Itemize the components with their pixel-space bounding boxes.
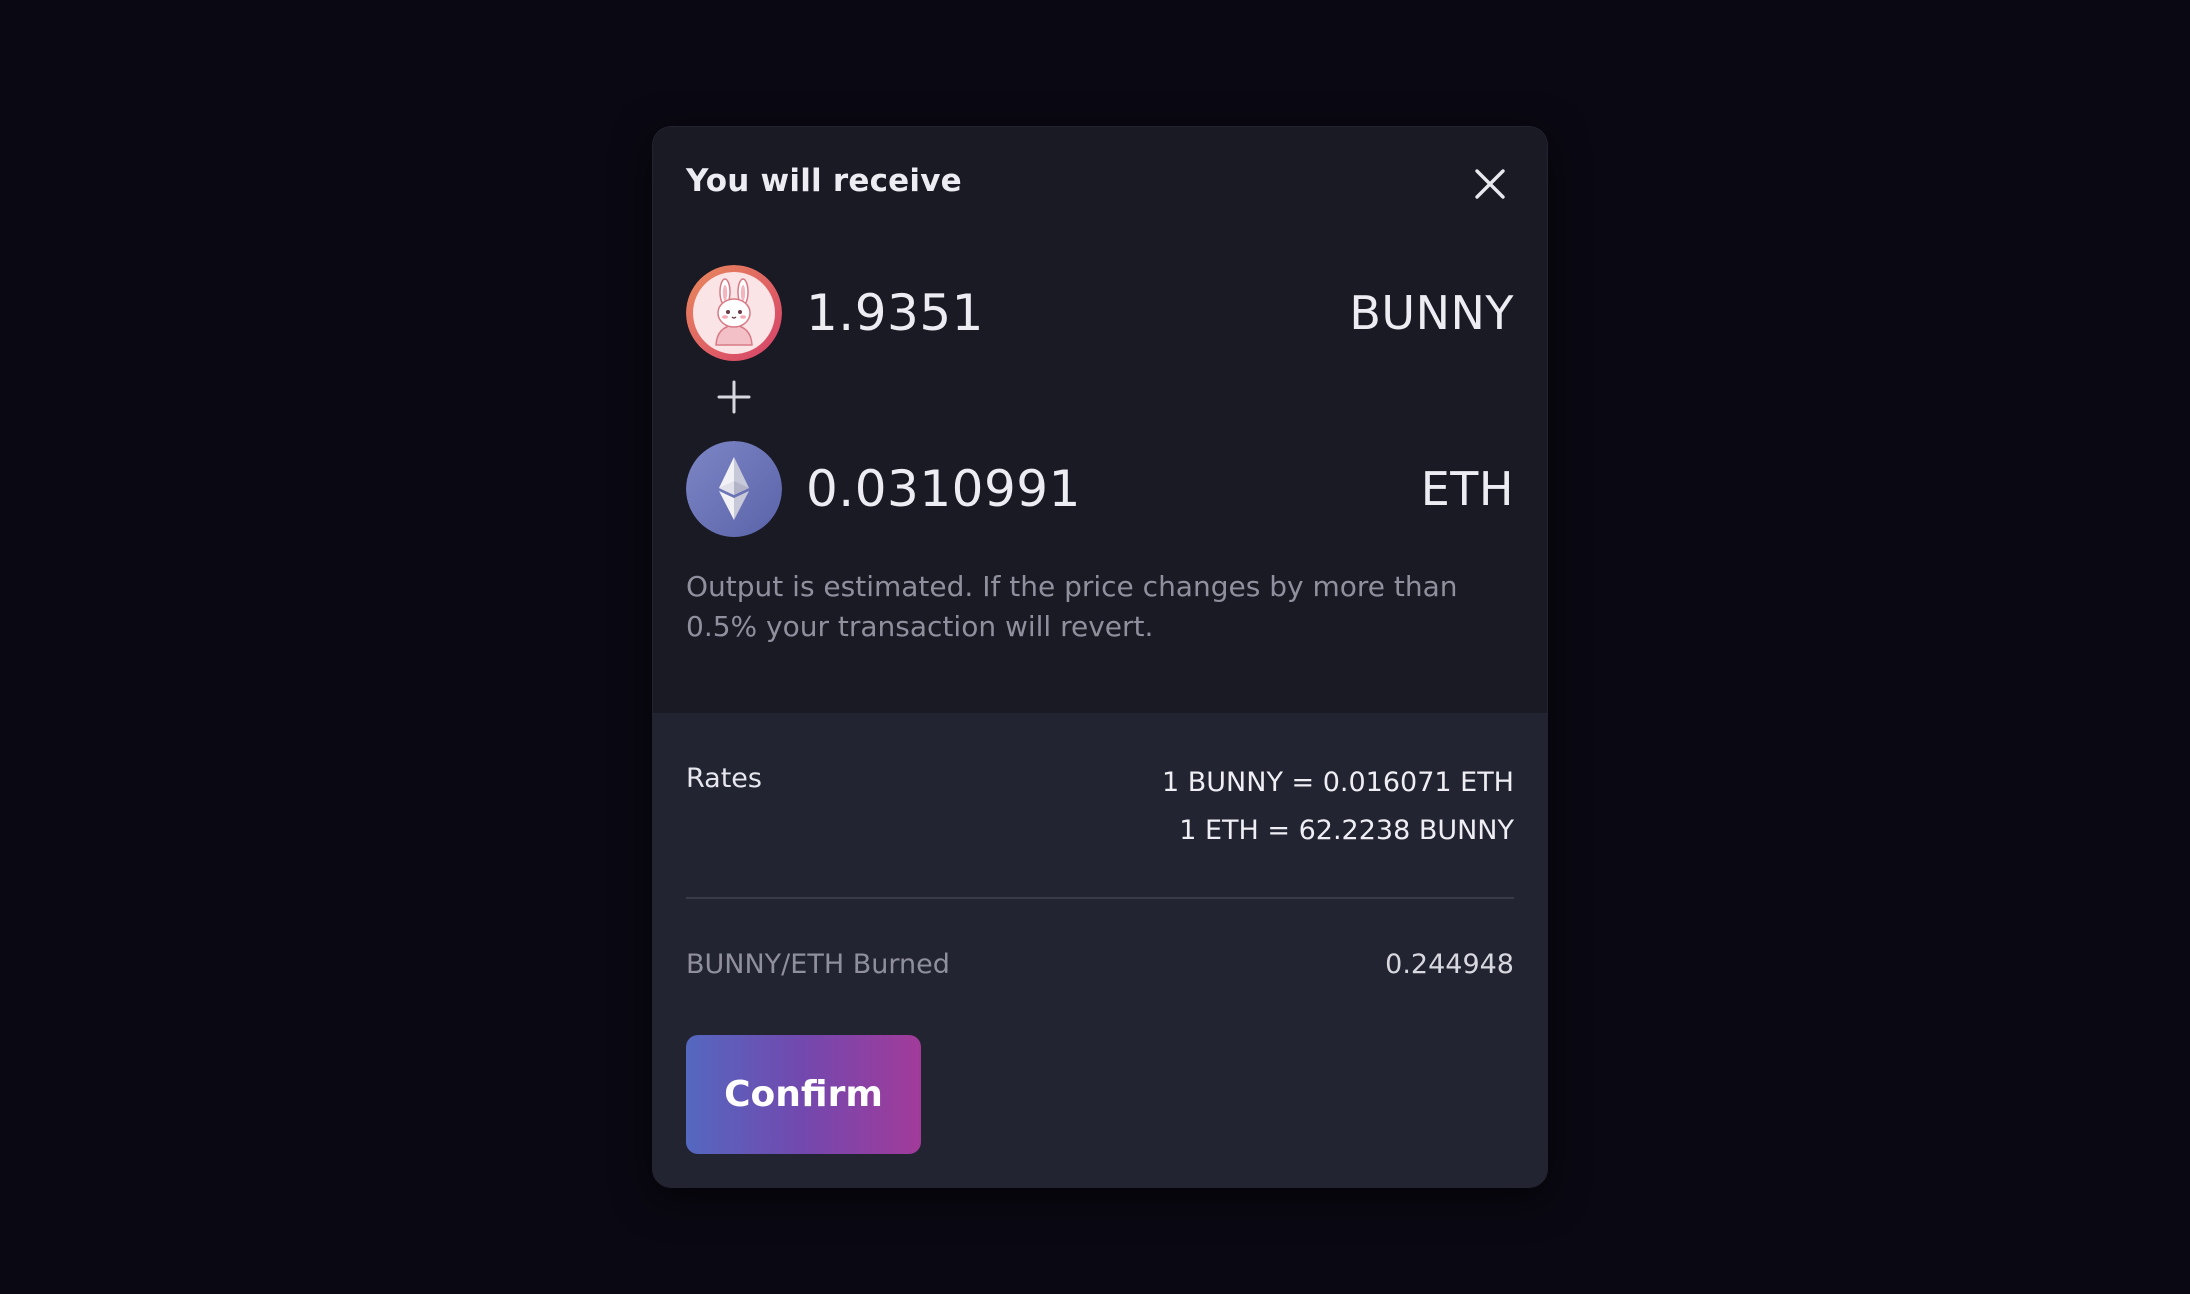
rate-bunny-eth: 1 BUNNY = 0.016071 ETH [1162,767,1514,798]
bunny-token-icon [686,265,782,361]
token-row-bunny: 1.9351 BUNNY [686,265,1514,361]
burned-label: BUNNY/ETH Burned [686,949,950,980]
modal-title: You will receive [686,163,962,199]
rate-eth-bunny: 1 ETH = 62.2238 BUNNY [1179,815,1514,846]
eth-token-icon [686,441,782,537]
receive-modal: You will receive 1.9351 BUNNY 0.0310991 … [653,127,1547,1187]
close-icon [1475,169,1505,199]
rates-values: 1 BUNNY = 0.016071 ETH 1 ETH = 62.2238 B… [1162,759,1514,855]
burned-value: 0.244948 [1385,949,1514,980]
plus-icon [717,380,751,414]
divider [686,897,1514,899]
slippage-note: Output is estimated. If the price change… [686,570,1458,643]
rates-label: Rates [686,763,762,794]
receive-summary-section: You will receive 1.9351 BUNNY 0.0310991 … [653,127,1547,713]
eth-symbol: ETH [1420,462,1514,516]
token-row-eth: 0.0310991 ETH [686,441,1514,537]
confirm-button[interactable]: Confirm [686,1035,921,1154]
bunny-symbol: BUNNY [1349,286,1514,340]
close-button[interactable] [1468,162,1512,206]
bunny-amount: 1.9351 [806,284,984,342]
eth-amount: 0.0310991 [806,460,1081,518]
